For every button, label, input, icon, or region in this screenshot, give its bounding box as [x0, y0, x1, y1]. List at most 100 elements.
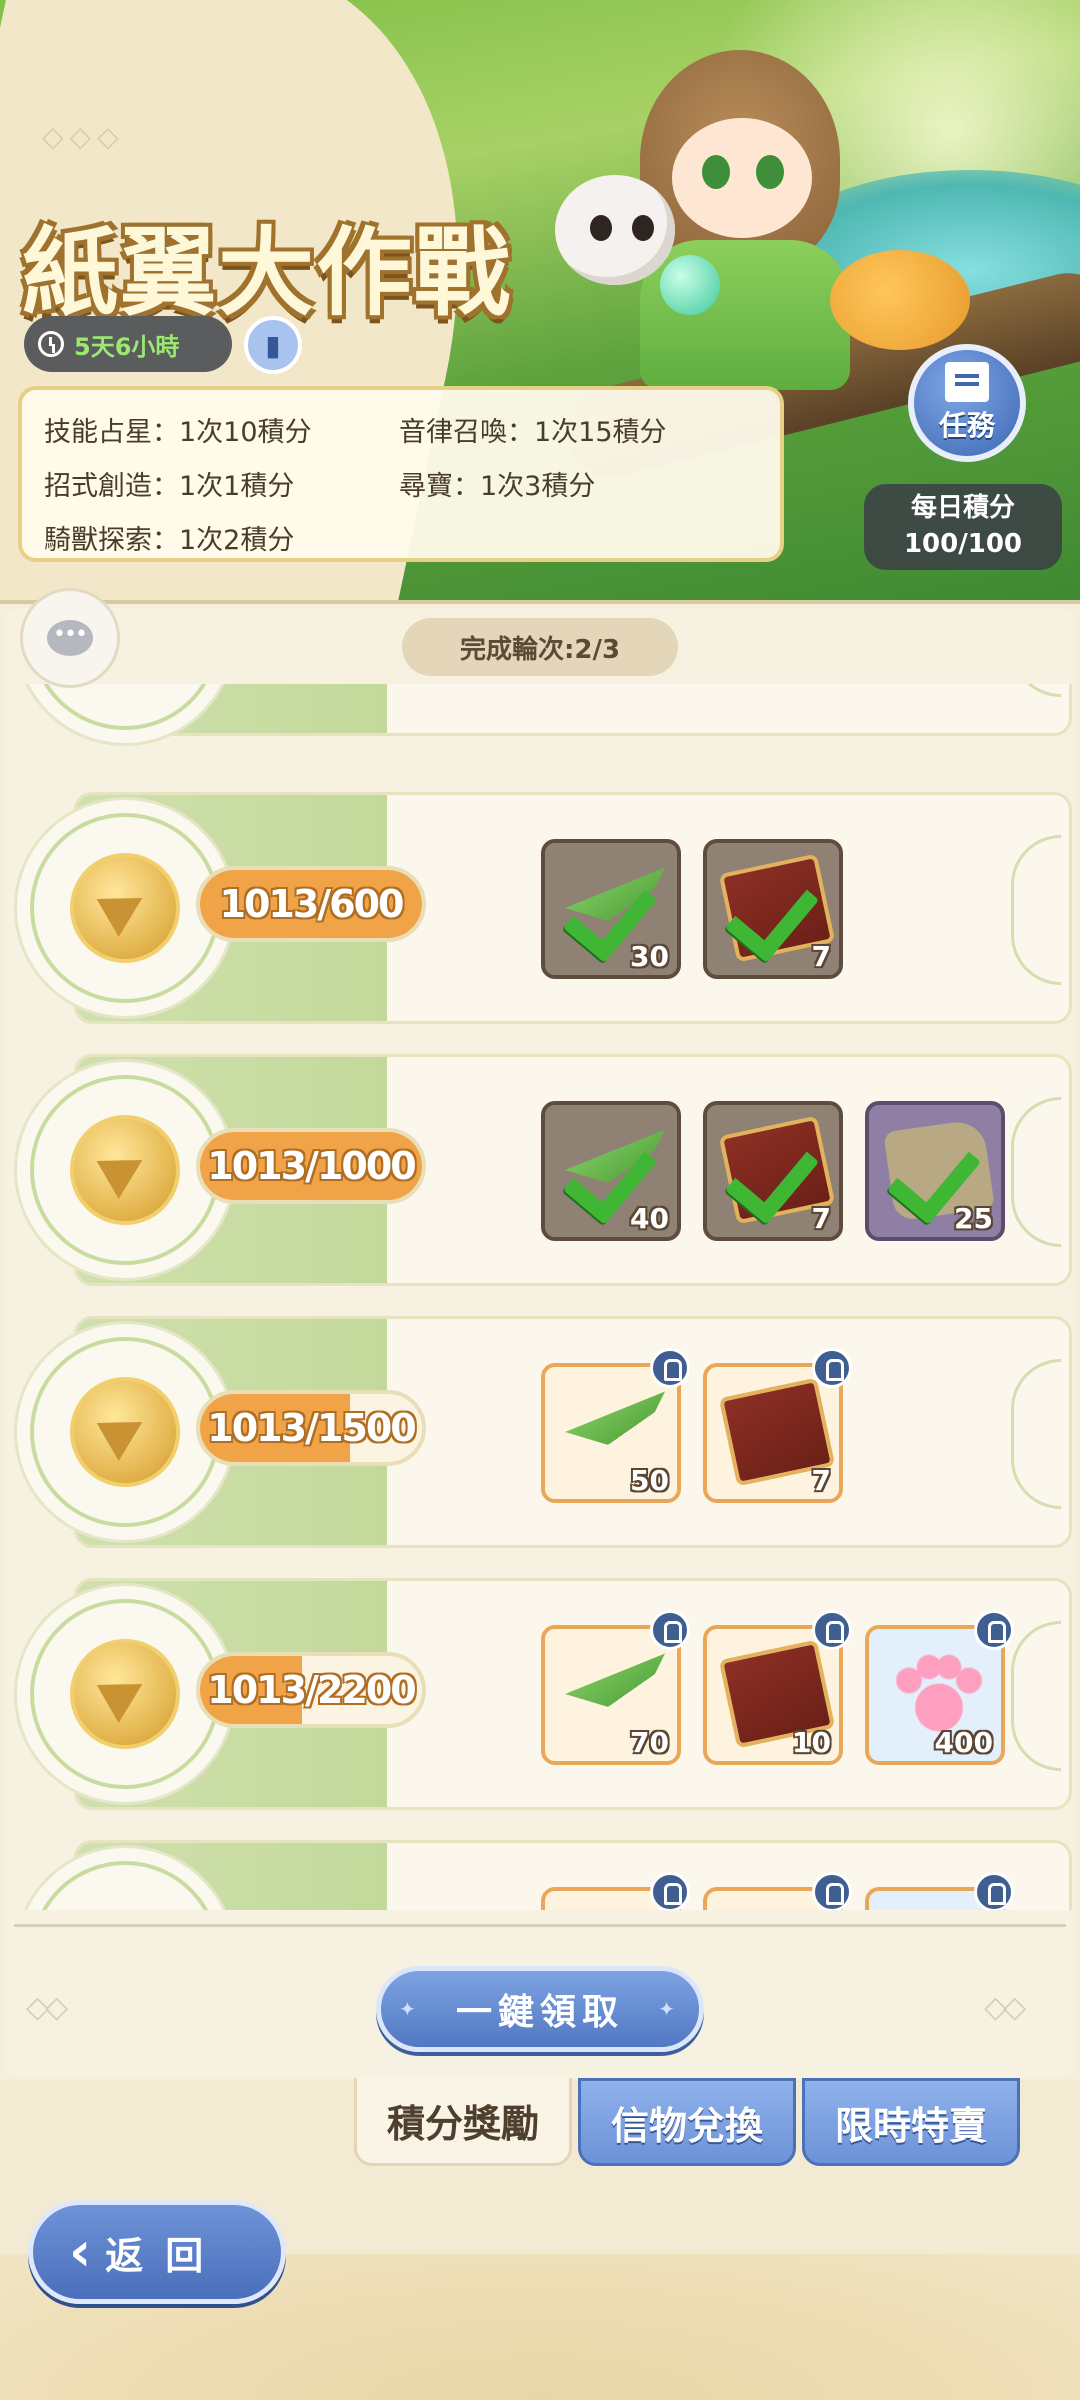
- paper-plane-emblem-icon: [96, 1402, 154, 1462]
- card-ornament: [1011, 835, 1061, 985]
- medal-wing: [38, 1404, 98, 1470]
- claim-all-button[interactable]: 一鍵領取: [376, 1966, 704, 2052]
- reward-item[interactable]: 30: [541, 839, 681, 979]
- score-progress-bar: 1013/2200: [196, 1652, 426, 1728]
- rule-text: 招式創造：1次1積分: [44, 470, 295, 502]
- reward-tier-card: [74, 1840, 1072, 1910]
- paper-plane-emblem-icon: [96, 878, 154, 938]
- reward-qty: 25: [954, 1202, 993, 1235]
- right-ornament: ◇◇: [984, 1990, 1026, 2025]
- reward-item[interactable]: 7: [703, 839, 843, 979]
- lock-icon: [812, 1872, 852, 1910]
- event-timer: 5天6小時: [24, 316, 232, 372]
- score-text: 1013/2200: [207, 1668, 416, 1712]
- task-label: 任務: [938, 409, 995, 442]
- daily-points-value: 100/100: [903, 529, 1023, 559]
- reward-qty: 400: [934, 1726, 993, 1759]
- reward-tier-list[interactable]: 20 5 200 30 7 40 7: [0, 684, 1080, 1910]
- diamond-ornament: ◇◇◇: [42, 120, 125, 153]
- gold-plane-medal-icon: [38, 853, 212, 963]
- daily-points-label: 每日積分: [910, 493, 1015, 523]
- round-progress: 完成輪次:2/3: [402, 618, 678, 676]
- claimed-check-icon: [891, 1127, 987, 1207]
- lock-icon: [812, 1610, 852, 1650]
- card-ornament: [1011, 1359, 1061, 1509]
- reward-item[interactable]: 25: [865, 1101, 1005, 1241]
- reward-item[interactable]: 7: [703, 1101, 843, 1241]
- green-orb: [660, 255, 720, 315]
- score-text: 1013/600: [219, 882, 405, 926]
- chat-button[interactable]: [20, 588, 120, 688]
- chat-icon: [47, 620, 93, 656]
- rule-text: 尋寶：1次3積分: [399, 470, 596, 502]
- lock-icon: [812, 1348, 852, 1388]
- score-progress-bar: 1013/1000: [196, 1128, 426, 1204]
- event-title: 紙翼大作戰: [22, 195, 512, 334]
- daily-points: 每日積分 100/100: [864, 484, 1062, 570]
- medal-wing: [38, 1142, 98, 1208]
- back-button[interactable]: ‹ 返回: [28, 2200, 286, 2304]
- tab-token-exchange[interactable]: 信物兌換: [578, 2078, 796, 2166]
- reward-qty: 50: [630, 1464, 669, 1497]
- medal-ring: [30, 813, 220, 1003]
- medal-wing: [38, 880, 98, 946]
- character-girl-face: [672, 118, 812, 238]
- claimed-check-icon: [729, 865, 825, 945]
- cat-eye: [632, 215, 654, 241]
- left-ornament: ◇◇: [26, 1990, 68, 2025]
- medal-ring: [30, 684, 220, 730]
- white-cat-pet: [555, 175, 675, 285]
- card-ornament: [1011, 1097, 1061, 1247]
- score-text: 1013/1000: [207, 1144, 416, 1188]
- rule-text: 騎獸探索：1次2積分: [44, 524, 295, 556]
- tab-points-rewards[interactable]: 積分獎勵: [354, 2078, 572, 2166]
- medal-ring: [30, 1075, 220, 1265]
- lock-icon: [650, 1610, 690, 1650]
- cat-eye: [590, 215, 612, 241]
- reward-tier-card: 20 5 200: [74, 684, 1072, 736]
- paper-plane-emblem-icon: [96, 1664, 154, 1724]
- character-eye: [756, 155, 784, 189]
- claimed-check-icon: [729, 1127, 825, 1207]
- medal-ring: [30, 1599, 220, 1789]
- character-eye: [702, 155, 730, 189]
- medal-wing: [38, 1666, 98, 1732]
- score-progress-bar: 1013/600: [196, 866, 426, 942]
- reward-qty: 7: [811, 940, 831, 973]
- task-button[interactable]: 任務: [908, 344, 1026, 462]
- lock-icon: [974, 1610, 1014, 1650]
- reward-qty: 7: [811, 1464, 831, 1497]
- back-label: 返回: [105, 2233, 226, 2278]
- lock-icon: [974, 1872, 1014, 1910]
- card-ornament: [1011, 684, 1061, 697]
- rule-text: 音律召喚：1次15積分: [399, 416, 667, 448]
- medal-ring: [30, 1337, 220, 1527]
- card-ornament: [1011, 1621, 1061, 1771]
- score-text: 1013/1500: [207, 1406, 416, 1450]
- gold-plane-medal-icon: [38, 1377, 212, 1487]
- panel-tabs: 積分獎勵 信物兌換 限時特賣: [354, 2078, 1020, 2168]
- panel-divider: [14, 1924, 1066, 1927]
- lock-icon: [650, 1348, 690, 1388]
- tab-limited-sale[interactable]: 限時特賣: [802, 2078, 1020, 2166]
- gold-plane-medal-icon: [38, 1639, 212, 1749]
- reward-item[interactable]: 40: [541, 1101, 681, 1241]
- reward-qty: 40: [630, 1202, 669, 1235]
- timer-text: 5天6小時: [74, 332, 180, 361]
- reward-qty: 70: [630, 1726, 669, 1759]
- reward-qty: 10: [792, 1726, 831, 1759]
- reward-qty: 7: [811, 1202, 831, 1235]
- rule-text: 技能占星：1次10積分: [44, 416, 312, 448]
- book-icon[interactable]: ▮: [244, 316, 302, 374]
- lock-icon: [650, 1872, 690, 1910]
- rules-row: 技能占星：1次10積分 音律召喚：1次15積分: [44, 402, 758, 456]
- task-book-icon: [945, 362, 989, 402]
- claimed-check-icon: [567, 1127, 663, 1207]
- paper-plane-emblem-icon: [96, 1140, 154, 1200]
- claimed-check-icon: [567, 865, 663, 945]
- orange-bird-pet: [830, 250, 970, 350]
- points-rules-box: 技能占星：1次10積分 音律召喚：1次15積分 招式創造：1次1積分 尋寶：1次…: [18, 386, 784, 562]
- gold-plane-medal-icon: [38, 1115, 212, 1225]
- medal-ring: [30, 1861, 220, 1910]
- reward-qty: 30: [630, 940, 669, 973]
